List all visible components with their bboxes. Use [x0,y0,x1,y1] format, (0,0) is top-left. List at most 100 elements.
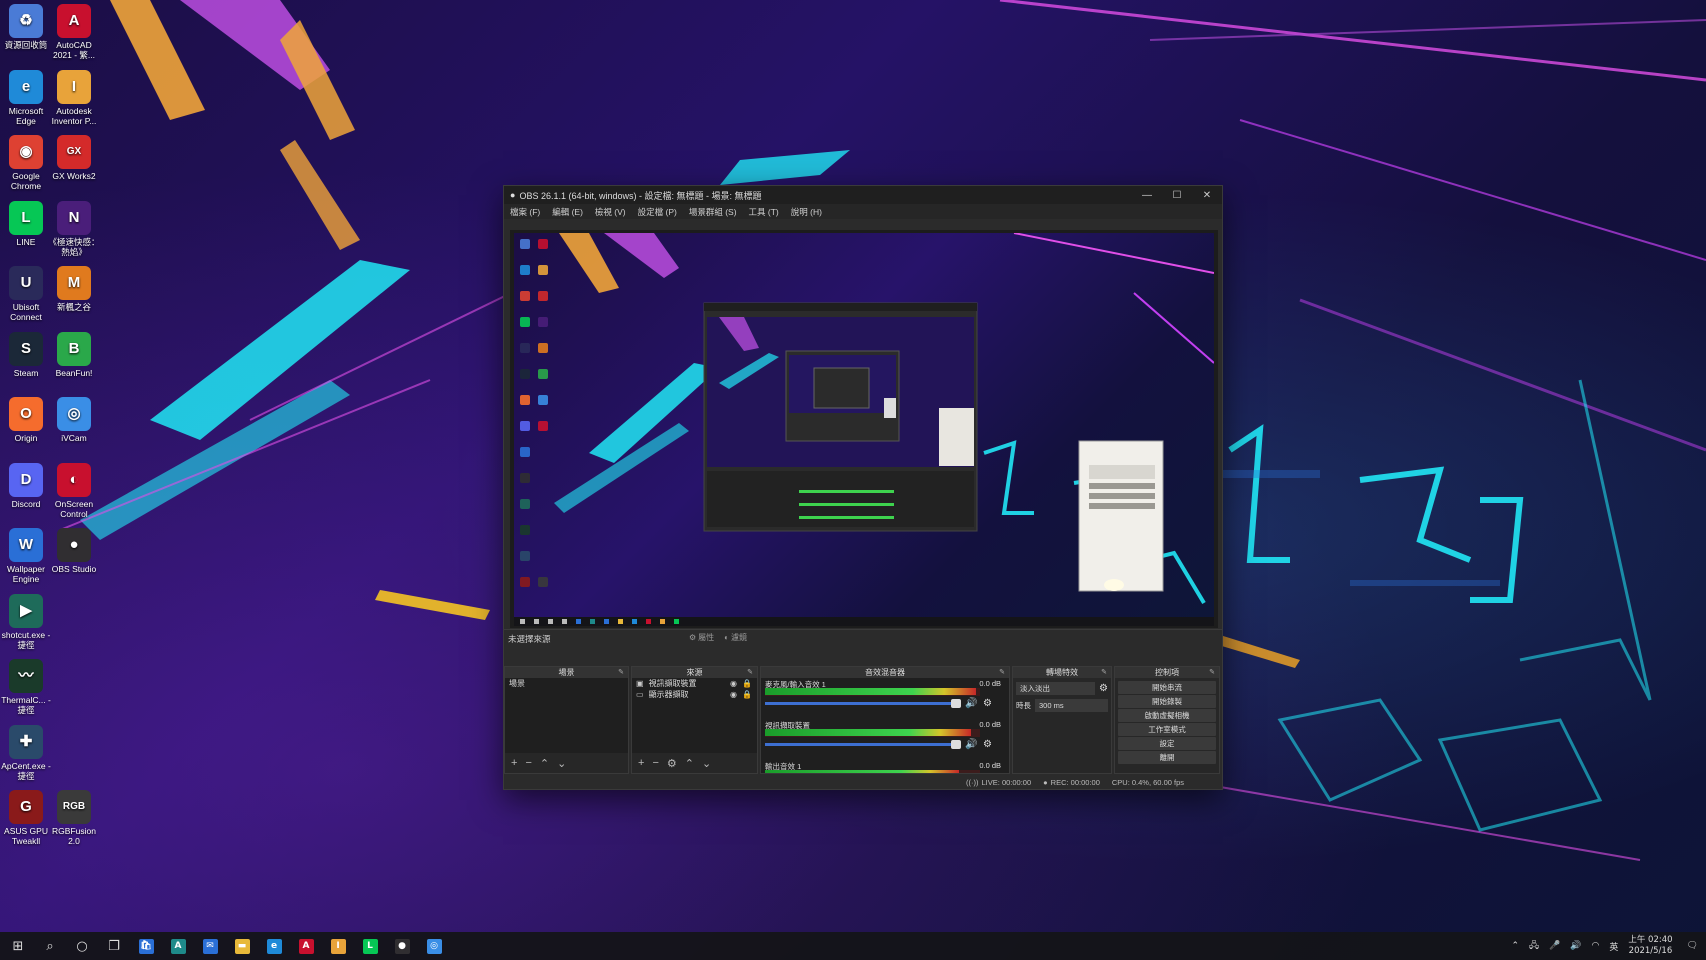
menu-file[interactable]: 檔案 (F) [510,206,540,218]
desktop-shortcut[interactable]: S Steam [0,331,52,378]
chevron-up-icon[interactable]: ⌃ [1511,941,1519,951]
start-icon[interactable]: ⊞ [2,932,34,960]
menu-scene-collection[interactable]: 場景群組 (S) [689,206,737,218]
microphone-icon[interactable]: 🎤 [1549,941,1560,951]
scene-item[interactable]: 場景 [505,678,628,689]
desktop-shortcut[interactable]: G ASUS GPU Tweakll [0,790,52,846]
transition-type-select[interactable]: 淡入淡出 [1016,682,1096,695]
desktop-shortcut[interactable]: ▶ shotcut.exe - 捷徑 [0,593,52,650]
visibility-eye-icon[interactable]: ◉ [730,689,737,700]
gear-icon[interactable]: ⚙ [983,698,992,709]
desktop-shortcut[interactable]: ◉ Google Chrome [0,135,52,191]
start-recording-button[interactable]: 開始錄製 [1118,695,1216,708]
desktop-shortcut[interactable]: I Autodesk Inventor P... [48,69,100,126]
dock-pin-icon[interactable]: ✎ [1209,667,1215,678]
desktop-shortcut[interactable]: RGB RGBFusion 2.0 [48,790,100,846]
desktop-shortcut[interactable]: O Origin [0,397,52,443]
network-icon[interactable]: 🖧 [1529,938,1539,954]
ivcam-icon[interactable]: ◎ [418,932,450,960]
cortana-icon[interactable]: ○ [66,932,98,960]
settings-button[interactable]: 設定 [1118,737,1216,750]
start-virtual-camera-button[interactable]: 啟動虛擬相機 [1118,709,1216,722]
speaker-icon[interactable]: 🔊 [1570,941,1581,951]
notification-icon[interactable]: 🗨 [1687,941,1698,951]
menu-view[interactable]: 檢視 (V) [595,206,626,218]
add-icon[interactable]: + [511,757,517,769]
filters-button[interactable]: ◐ 濾鏡 [724,632,747,643]
menu-help[interactable]: 說明 (H) [791,206,822,218]
clock[interactable]: 上午 02:40 2021/5/16 [1628,935,1672,957]
exit-button[interactable]: 離開 [1118,751,1216,764]
volume-slider-knob[interactable] [951,699,961,708]
desktop-shortcut[interactable]: M 新楓之谷 [48,266,100,312]
volume-slider[interactable] [765,740,961,749]
lock-icon[interactable]: 🔒 [742,689,752,700]
remove-icon[interactable]: − [652,757,658,769]
desktop-shortcut[interactable]: ◎ iVCam [48,397,100,443]
obs-icon[interactable]: ● [386,932,418,960]
inventor-icon[interactable]: I [322,932,354,960]
desktop-shortcut[interactable]: GX GX Works2 [48,135,100,181]
menu-tools[interactable]: 工具 (T) [749,206,779,218]
lock-icon[interactable]: 🔒 [742,678,752,689]
line-icon[interactable]: L [354,932,386,960]
desktop-shortcut[interactable]: B BeanFun! [48,331,100,378]
preview-canvas[interactable] [514,233,1214,626]
desktop-shortcut[interactable]: ◐ OnScreen Control [48,462,100,519]
dock-pin-icon[interactable]: ✎ [1101,667,1107,678]
desktop-shortcut[interactable]: e Microsoft Edge [0,69,52,126]
desktop-shortcut[interactable]: A AutoCAD 2021 - 繁... [48,4,100,60]
edge-icon[interactable]: e [258,932,290,960]
desktop-shortcut[interactable]: D Discord [0,462,52,509]
mail-icon[interactable]: ✉ [194,932,226,960]
gear-icon[interactable]: ⚙ [983,739,992,750]
file-explorer-icon[interactable]: ▬ [226,932,258,960]
menu-edit[interactable]: 編輯 (E) [552,206,583,218]
move-up-icon[interactable]: ⌃ [685,757,694,770]
desktop-shortcut-label: iVCam [61,433,87,443]
preview-area[interactable] [510,230,1218,628]
desktop-shortcut[interactable]: L LINE [0,200,52,247]
desktop-shortcut[interactable]: ♻ 資源回收筒 [0,4,52,50]
desktop-shortcut[interactable]: N 《極速快感：熱焰》 [48,200,100,257]
start-streaming-button[interactable]: 開始串流 [1118,681,1216,694]
source-item[interactable]: ▣ 視訊擷取裝置 ◉ 🔒 [632,678,757,689]
move-up-icon[interactable]: ⌃ [540,757,549,770]
studio-mode-button[interactable]: 工作室模式 [1118,723,1216,736]
move-down-icon[interactable]: ⌄ [557,757,566,770]
menu-profile[interactable]: 設定檔 (P) [638,206,677,218]
source-item[interactable]: ▭ 顯示器擷取 ◉ 🔒 [632,689,757,700]
autodesk-icon[interactable]: A [162,932,194,960]
remove-icon[interactable]: − [525,757,531,769]
autocad-icon[interactable]: A [290,932,322,960]
volume-slider[interactable] [765,699,961,708]
store-icon[interactable]: 🛍 [130,932,162,960]
desktop-shortcut[interactable]: U Ubisoft Connect [0,266,52,322]
desktop-shortcut[interactable]: 〰 ThermalC... - 捷徑 [0,659,52,715]
dock-pin-icon[interactable]: ✎ [747,667,753,678]
ime-icon[interactable]: 英 [1609,940,1618,953]
speaker-icon[interactable]: 🔊 [965,739,977,750]
add-icon[interactable]: + [638,757,644,769]
scenes-footer: + − ⌃ ⌄ [505,753,628,773]
volume-slider-knob[interactable] [951,740,961,749]
maximize-button[interactable]: ☐ [1162,186,1192,204]
desktop-shortcut[interactable]: ● OBS Studio [48,528,100,574]
properties-button[interactable]: ⚙ 屬性 [689,632,714,643]
search-icon[interactable]: ⌕ [34,932,66,960]
desktop-shortcut[interactable]: W Wallpaper Engine [0,528,52,584]
gear-icon[interactable]: ⚙ [667,757,677,770]
move-down-icon[interactable]: ⌄ [702,757,711,770]
wifi-icon[interactable]: ◠ [1591,941,1599,951]
minimize-button[interactable]: — [1132,186,1162,204]
desktop-shortcut[interactable]: ✚ ApCent.exe - 捷徑 [0,724,52,781]
speaker-icon[interactable]: 🔊 [965,698,977,709]
duration-input[interactable]: 300 ms [1035,699,1108,712]
obs-title-bar[interactable]: ● OBS 26.1.1 (64-bit, windows) - 設定檔: 無標… [504,186,1222,204]
gear-icon[interactable]: ⚙ [1099,683,1108,694]
dock-pin-icon[interactable]: ✎ [618,667,624,678]
visibility-eye-icon[interactable]: ◉ [730,678,737,689]
task-view-icon[interactable]: ❐ [98,932,130,960]
close-button[interactable]: ✕ [1192,186,1222,204]
dock-pin-icon[interactable]: ✎ [999,667,1005,678]
